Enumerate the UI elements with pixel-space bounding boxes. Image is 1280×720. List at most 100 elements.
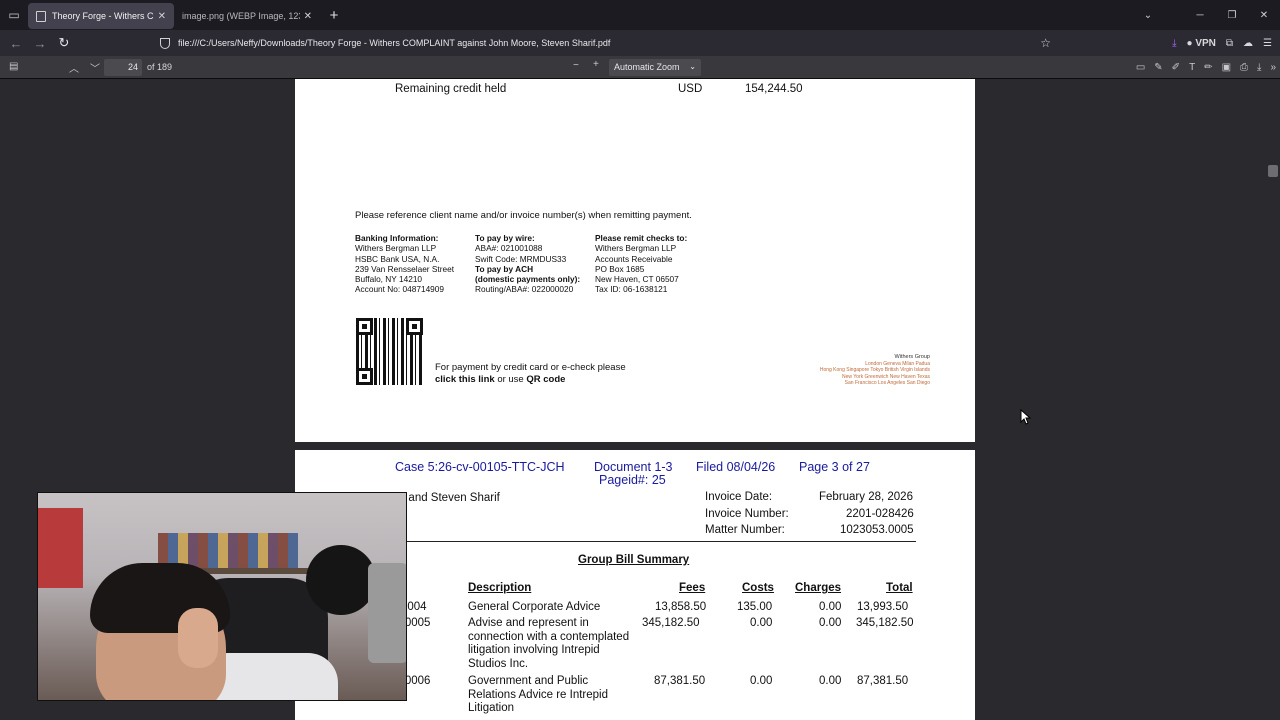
account-icon[interactable]: ☁ (1243, 38, 1253, 49)
tab-pdf[interactable]: Theory Forge - Withers COMPLAINT ✕ (28, 3, 174, 29)
checks-line: Tax ID: 06-1638121 (595, 284, 668, 295)
description-line: Government and Public (468, 675, 589, 687)
menu-icon[interactable]: ☰ (1263, 38, 1272, 49)
extensions-icon[interactable]: ⧉ (1226, 38, 1233, 49)
wire-line: Swift Code: MRMDUS33 (475, 253, 567, 264)
ach-line: Routing/ABA#: 022000020 (475, 284, 574, 295)
url-text[interactable]: file:///C:/Users/Neffy/Downloads/Theory … (178, 38, 1040, 48)
reload-icon[interactable]: ↻ (52, 35, 76, 51)
webcam-overlay (37, 492, 407, 701)
row-fees: 13,858.50 (655, 601, 707, 613)
row-total: 345,182.50 (856, 617, 914, 629)
qr-finder (356, 318, 373, 335)
tab-overflow-icon[interactable]: ⌄ (1132, 10, 1164, 21)
checks-heading: Please remit checks to: (595, 233, 688, 243)
checks-line: PO Box 1685 (595, 263, 645, 274)
comment-icon[interactable]: ▭ (1136, 62, 1145, 73)
client-name: re and Steven Sharif (395, 492, 500, 504)
restore-icon[interactable]: ❐ (1216, 10, 1248, 21)
new-tab-button[interactable]: + (320, 7, 348, 24)
header-divider (407, 541, 916, 542)
page-indicator: Page 3 of 27 (799, 460, 870, 474)
row-charges: 0.00 (819, 617, 842, 629)
save-icon[interactable]: ⤓ (1257, 62, 1261, 73)
wire-heading: To pay by wire: (475, 233, 535, 243)
office-list: London Geneva Milan Padua (865, 360, 930, 367)
pdf-toolbar: ▤ ︿ ﹀ 24 of 189 − + Automatic Zoom ⌄ ▭ ✎… (0, 56, 1280, 79)
row-description: General Corporate Advice (468, 601, 601, 613)
url-bar[interactable]: file:///C:/Users/Neffy/Downloads/Theory … (152, 32, 1057, 54)
zoom-select[interactable]: Automatic Zoom ⌄ (609, 59, 701, 76)
banking-info: Banking Information: Withers Bergman LLP… (355, 233, 454, 295)
wall-flag (38, 508, 83, 588)
invoice-number: 2201-028426 (846, 508, 914, 520)
vpn-button[interactable]: ● VPN (1187, 38, 1216, 49)
remit-note: Please reference client name and/or invo… (355, 210, 692, 221)
sidebar-toggle-icon[interactable]: ▤ (9, 61, 18, 72)
pdf-file-icon (36, 10, 46, 22)
image-icon[interactable]: ▣ (1222, 62, 1231, 73)
chevron-down-icon: ⌄ (689, 62, 696, 71)
close-window-icon[interactable]: ✕ (1248, 10, 1280, 21)
card-payment-text: For payment by credit card or e-check pl… (435, 362, 626, 385)
office-list: Hong Kong Singapore Tokyo British Virgin… (819, 367, 930, 374)
row-total: 87,381.50 (857, 675, 909, 687)
checks-line: Withers Bergman LLP (595, 243, 677, 254)
pen-icon[interactable]: ✏ (1204, 62, 1212, 73)
check-remit-info: Please remit checks to: Withers Bergman … (595, 233, 687, 295)
col-charges: Charges (795, 582, 842, 594)
checks-line: New Haven, CT 06507 (595, 274, 679, 285)
text-icon[interactable]: T (1189, 62, 1195, 73)
person-hand (178, 608, 218, 668)
highlight-icon[interactable]: ✎ (1154, 62, 1162, 73)
card-payment-line: For payment by credit card or e-check pl… (435, 362, 626, 373)
pageid: Pageid#: 25 (599, 473, 666, 487)
tab-list-icon[interactable]: ▭ (0, 0, 28, 30)
download-icon[interactable]: ⤓ (1172, 38, 1176, 49)
bookmark-star-icon[interactable]: ☆ (1040, 36, 1051, 50)
invoice-date: February 28, 2026 (819, 491, 913, 503)
pdf-right-tools: ▭ ✎ ✐ T ✏ ▣ ⎙ ⤓ » (1136, 56, 1276, 79)
wall-hat (306, 545, 376, 615)
row-charges: 0.00 (819, 675, 842, 687)
previous-page-icon[interactable]: ︿ (69, 60, 79, 75)
invoice-number-label: Invoice Number: (705, 508, 789, 520)
withers-group-footer: Withers Group London Geneva Milan Padua … (820, 354, 930, 387)
invoice-date-label: Invoice Date: (705, 491, 773, 503)
payment-qr-code[interactable] (356, 318, 423, 385)
card-payment-or: or use (497, 373, 524, 385)
pdf-page-invoice-remittance: Remaining credit held USD 154,244.50 Ple… (295, 79, 975, 442)
row-total: 13,993.50 (857, 601, 909, 613)
row-fees: 87,381.50 (654, 675, 706, 687)
checks-line: Accounts Receivable (595, 253, 673, 264)
zoom-out-icon[interactable]: − (573, 60, 579, 71)
close-tab-icon[interactable]: ✕ (158, 11, 166, 22)
more-tools-icon[interactable]: » (1270, 62, 1276, 73)
minimize-icon[interactable]: ─ (1184, 10, 1216, 21)
window-controls: ⌄ ─ ❐ ✕ (1132, 0, 1280, 30)
col-fees: Fees (679, 582, 706, 594)
col-costs: Costs (742, 582, 774, 594)
tab-image[interactable]: image.png (WEBP Image, 1234 × 2… ✕ (174, 3, 320, 29)
qr-finder (356, 368, 373, 385)
forward-icon[interactable]: → (28, 36, 52, 51)
filed-date: Filed 08/04/26 (696, 460, 776, 474)
navigation-bar: ← → ↻ file:///C:/Users/Neffy/Downloads/T… (0, 30, 1280, 56)
mouse-cursor-icon (1020, 408, 1032, 425)
page-number-input[interactable]: 24 (104, 59, 142, 76)
site-info-icon[interactable] (160, 37, 170, 49)
zoom-value: Automatic Zoom (614, 62, 680, 72)
draw-icon[interactable]: ✐ (1172, 62, 1180, 73)
col-total: Total (886, 582, 913, 594)
scrollbar-thumb[interactable] (1268, 165, 1278, 177)
tab-title: Theory Forge - Withers COMPLAINT (52, 11, 154, 21)
description-line: litigation involving Intrepid (468, 644, 600, 656)
zoom-in-icon[interactable]: + (593, 59, 599, 70)
card-payment-link[interactable]: click this link (435, 374, 495, 385)
toolbar-extensions: ⤓ ● VPN ⧉ ☁ ☰ (1172, 30, 1272, 56)
print-icon[interactable]: ⎙ (1240, 62, 1248, 73)
withers-group-title: Withers Group (894, 354, 930, 360)
next-page-icon[interactable]: ﹀ (90, 60, 100, 75)
close-tab-icon[interactable]: ✕ (304, 11, 312, 22)
back-icon[interactable]: ← (4, 36, 28, 51)
